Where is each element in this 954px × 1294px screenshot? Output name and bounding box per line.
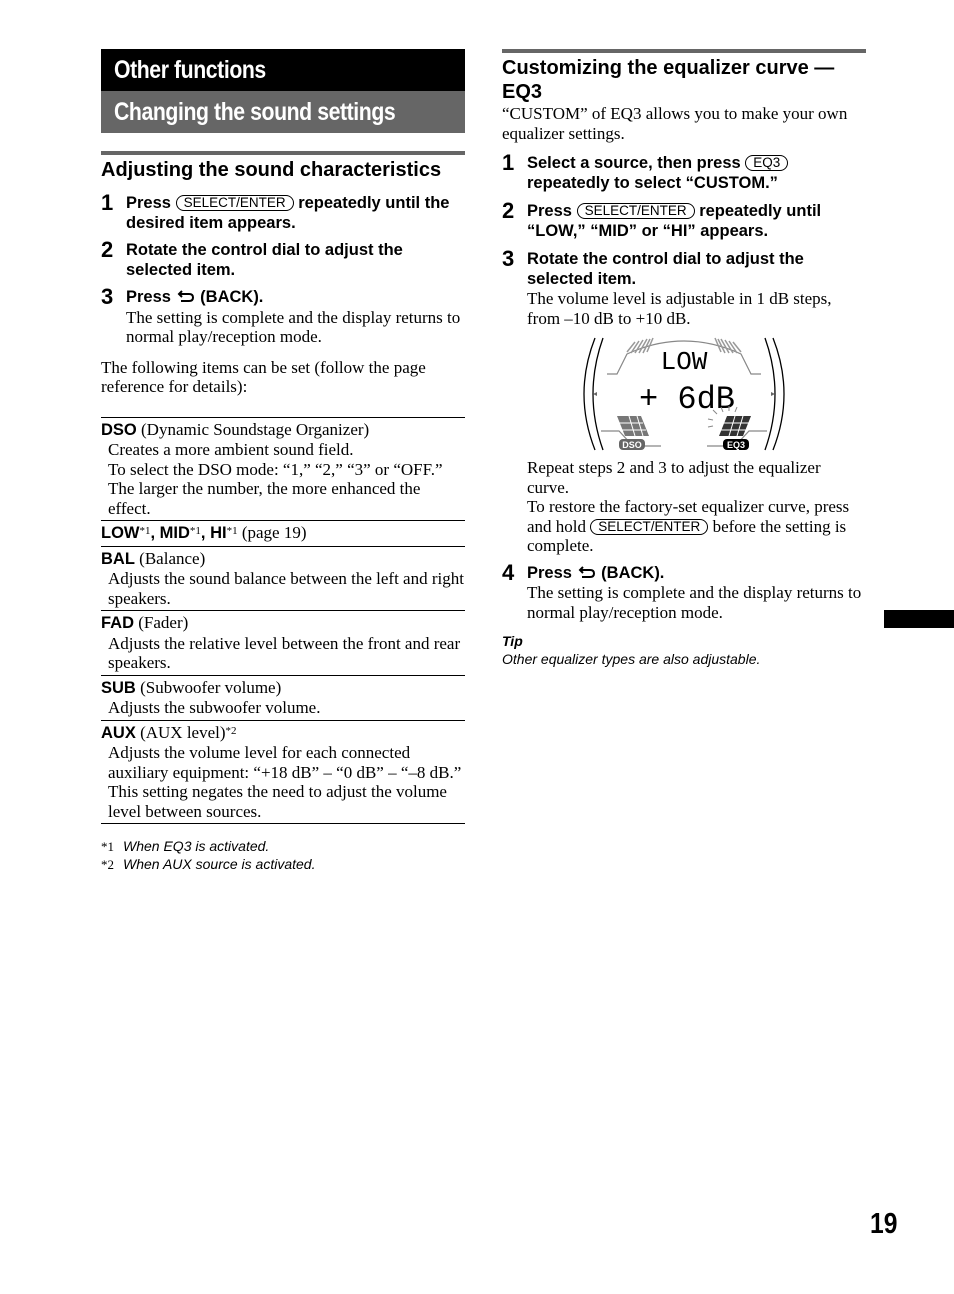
step-number: 3: [101, 284, 114, 309]
step-text: (BACK).: [601, 563, 665, 582]
step-number: 3: [502, 246, 515, 271]
item-desc: (AUX level): [140, 722, 226, 742]
footnote-ref: *1: [226, 525, 238, 537]
step-text: Press: [126, 288, 171, 306]
step-number: 2: [101, 237, 114, 262]
item-name: MID: [159, 524, 190, 542]
step-text: Rotate the control dial to adjust the se…: [527, 250, 804, 288]
page-reference: (page 19): [241, 523, 307, 542]
step-text: Rotate the control dial to adjust the se…: [126, 241, 403, 279]
chapter-edge-tab: [884, 610, 954, 628]
item-name: AUX: [101, 723, 136, 742]
item-name: SUB: [101, 678, 136, 697]
step-number: 4: [502, 559, 515, 585]
item-desc: (Fader): [138, 613, 189, 632]
item-line: This setting negates the need to adjust …: [108, 782, 447, 821]
heading-rule: [101, 151, 465, 155]
step-2: 2 Press SELECT/ENTER repeatedly until “L…: [502, 198, 866, 241]
section-title: Changing the sound settings: [114, 97, 396, 126]
step-description: The volume level is adjustable in 1 dB s…: [527, 289, 832, 328]
page-number: 19: [870, 1208, 898, 1240]
footnotes: *1 When EQ3 is activated. *2 When AUX sour…: [101, 838, 465, 874]
footnote-ref: *2: [225, 724, 237, 737]
item-desc: (Dynamic Soundstage Organizer): [141, 419, 370, 439]
select-enter-key: SELECT/ENTER: [576, 203, 695, 219]
footnote-ref: *1: [139, 525, 151, 537]
step-number: 2: [502, 198, 515, 223]
step-3: 3 Press (BACK). The setting is complete …: [101, 284, 465, 347]
item-aux: AUX (AUX level)*2 Adjusts the volume lev…: [101, 721, 465, 824]
eq3-intro: “CUSTOM” of EQ3 allows you to make your …: [502, 104, 848, 143]
step-text: Select a source, then press: [527, 154, 741, 172]
item-eq-bands: LOW*1, MID*1, HI*1 (page 19): [101, 521, 465, 547]
tip-text: Other equalizer types are also adjustabl…: [502, 651, 761, 667]
eq3-badge-label: EQ3: [727, 440, 745, 450]
footnote-text: When EQ3 is activated.: [123, 838, 270, 854]
item-name: FAD: [101, 614, 134, 632]
step-4: 4 Press (BACK). The setting is complete …: [502, 559, 866, 623]
item-dso: DSO (Dynamic Soundstage Organizer) Creat…: [101, 418, 465, 521]
dso-badge-label: DSO: [622, 440, 642, 450]
select-enter-key: SELECT/ENTER: [590, 518, 709, 535]
step-text: Press: [126, 194, 171, 212]
subsection-heading: Adjusting the sound characteristics: [101, 159, 442, 181]
back-arrow-icon: [578, 565, 595, 578]
select-enter-key: SELECT/ENTER: [175, 195, 294, 211]
tip-label: Tip: [502, 633, 523, 649]
dso-indicator-icon: DSO: [617, 415, 649, 450]
item-line: Adjusts the sound balance between the le…: [108, 569, 464, 608]
eq3-key: EQ3: [745, 155, 789, 171]
item-sub: SUB (Subwoofer volume) Adjusts the subwo…: [101, 676, 465, 721]
section-banner: Changing the sound settings: [101, 91, 465, 133]
item-name: BAL: [101, 549, 135, 568]
footnote: *2 When AUX source is activated.: [101, 856, 465, 874]
footnote-text: When AUX source is activated.: [123, 856, 316, 872]
item-line: Adjusts the relative level between the f…: [108, 633, 461, 673]
settings-table: DSO (Dynamic Soundstage Organizer) Creat…: [101, 416, 465, 824]
item-name: DSO: [101, 420, 137, 439]
step-1: 1 Press SELECT/ENTER repeatedly until th…: [101, 190, 465, 233]
item-desc: (Subwoofer volume): [140, 677, 282, 697]
item-bal: BAL (Balance) Adjusts the sound balance …: [101, 547, 465, 611]
lcd-line-1: LOW: [661, 347, 708, 377]
step-text: (BACK).: [200, 288, 264, 306]
item-desc: (Balance): [139, 548, 206, 568]
item-line: Creates a more ambient sound field.: [108, 440, 354, 459]
chapter-banner: Other functions: [101, 49, 465, 91]
step-description: The setting is complete and the display …: [527, 583, 862, 622]
left-column: Other functions Changing the sound setti…: [101, 49, 465, 874]
step-3: 3 Rotate the control dial to adjust the …: [502, 246, 866, 556]
heading-rule: [502, 49, 866, 53]
step-text: Press: [527, 563, 572, 582]
footnote-mark: *1: [101, 839, 114, 854]
items-intro: The following items can be set (follow t…: [101, 357, 426, 397]
chapter-title: Other functions: [114, 55, 266, 84]
item-name: HI: [210, 524, 227, 542]
item-line: Adjusts the subwoofer volume.: [108, 698, 321, 717]
step-number: 1: [502, 150, 515, 175]
repeat-steps-note: Repeat steps 2 and 3 to adjust the equal…: [527, 458, 821, 497]
item-fad: FAD (Fader) Adjusts the relative level b…: [101, 611, 465, 676]
item-line: Adjusts the volume level for each connec…: [108, 743, 462, 782]
footnote: *1 When EQ3 is activated.: [101, 838, 465, 856]
back-arrow-icon: [177, 290, 194, 302]
step-2: 2 Rotate the control dial to adjust the …: [101, 237, 465, 280]
subsection-heading: Customizing the equalizer curve — EQ3: [502, 57, 835, 103]
item-name: LOW: [101, 524, 140, 542]
item-line: To select the DSO mode: “1,” “2,” “3” or…: [108, 459, 443, 479]
footnote-mark: *2: [101, 857, 114, 872]
step-1: 1 Select a source, then press EQ3 repeat…: [502, 150, 866, 193]
step-text: repeatedly to select “CUSTOM.”: [527, 173, 778, 192]
footnote-ref: *1: [189, 525, 201, 537]
step-number: 1: [101, 190, 114, 215]
right-column: Customizing the equalizer curve — EQ3 “C…: [502, 49, 866, 668]
item-line: The larger the number, the more enhanced…: [108, 479, 421, 518]
restore-note: To restore the factory-set equalizer cur…: [527, 497, 866, 556]
lcd-display-illustration: LOW + 6dB DSO EQ3: [583, 337, 785, 451]
step-description: The setting is complete and the display …: [126, 307, 461, 347]
step-text: Press: [527, 202, 572, 220]
lcd-line-2: + 6dB: [639, 381, 735, 418]
